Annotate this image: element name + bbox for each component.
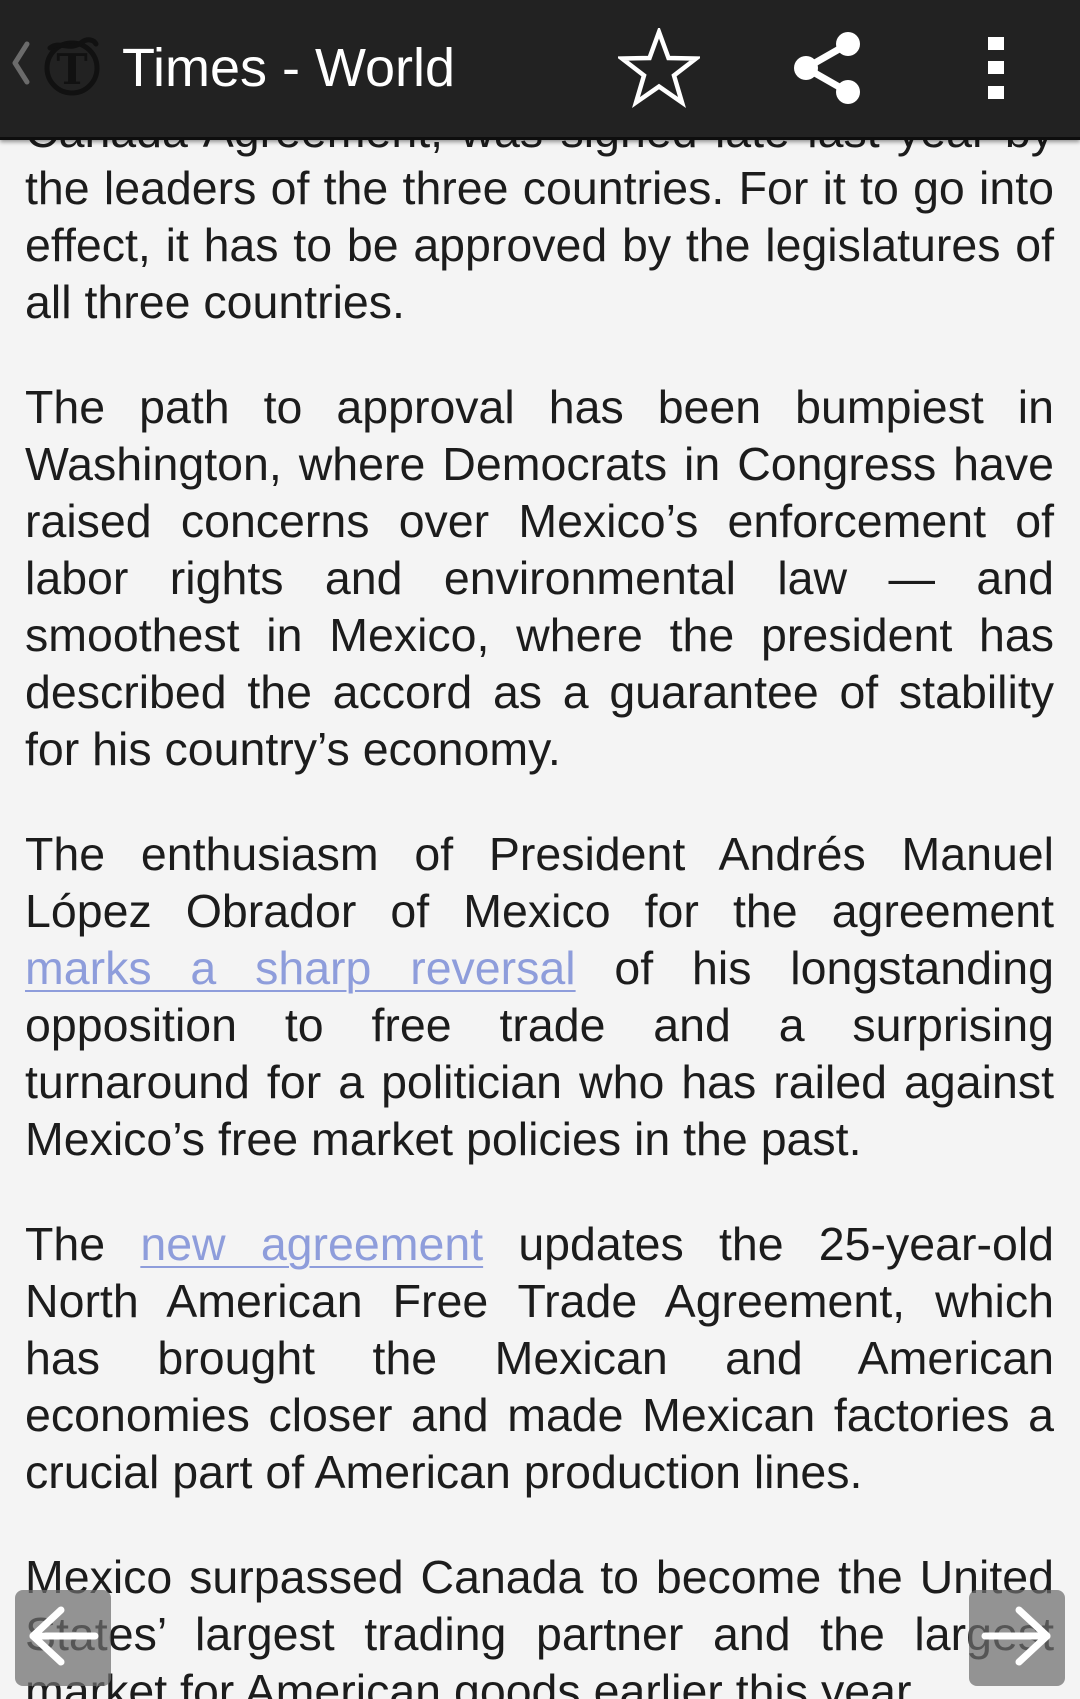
up-navigation-button[interactable]: T xyxy=(0,0,110,137)
paragraph-text: the leaders of the three countries. For … xyxy=(25,162,1054,328)
share-button[interactable] xyxy=(780,22,876,118)
arrow-left-icon xyxy=(25,1604,101,1673)
article-body: Canada Agreement, was signed late last y… xyxy=(25,103,1054,1699)
more-vert-icon xyxy=(986,35,1006,106)
bookmark-button[interactable] xyxy=(611,22,707,118)
paragraph-text: The path to approval has been bumpiest i… xyxy=(25,381,1054,775)
article-scroll-view[interactable]: Canada Agreement, was signed late last y… xyxy=(0,0,1080,1699)
svg-text:T: T xyxy=(56,45,87,94)
article-link-new-agreement[interactable]: new agreement xyxy=(140,1218,483,1270)
paragraph-text: The xyxy=(25,1218,141,1270)
next-article-button[interactable] xyxy=(969,1590,1065,1686)
article-link-sharp-reversal[interactable]: marks a sharp reversal xyxy=(25,942,576,994)
previous-article-button[interactable] xyxy=(15,1590,111,1686)
article-paragraph-3: The enthusiasm of President Andrés Manue… xyxy=(25,826,1054,1168)
share-icon xyxy=(792,30,864,111)
star-outline-icon xyxy=(615,24,703,113)
app-bar: T Times - World xyxy=(0,0,1080,140)
paragraph-text: The enthusiasm of President Andrés Manue… xyxy=(25,828,1054,937)
chevron-left-icon xyxy=(10,40,30,91)
article-paragraph-2: The path to approval has been bumpiest i… xyxy=(25,379,1054,778)
article-paragraph-4: The new agreement updates the 25-year-ol… xyxy=(25,1216,1054,1501)
app-title: Times - World xyxy=(122,38,456,98)
paragraph-text: Mexico surpassed Canada to become the Un… xyxy=(25,1551,1054,1699)
article-paragraph-5: Mexico surpassed Canada to become the Un… xyxy=(25,1549,1054,1699)
arrow-right-icon xyxy=(979,1604,1055,1673)
overflow-menu-button[interactable] xyxy=(948,22,1044,118)
nyt-logo-icon: T xyxy=(44,34,100,103)
